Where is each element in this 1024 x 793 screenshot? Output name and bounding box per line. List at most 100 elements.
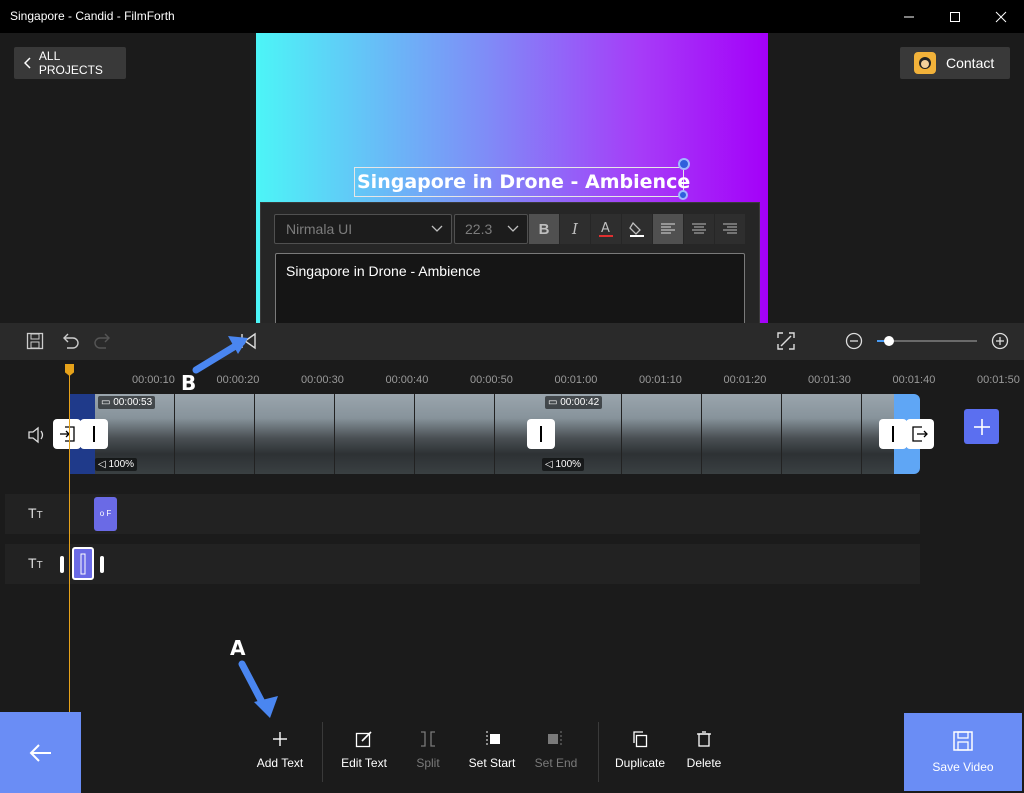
italic-icon: I [572,220,578,238]
save-icon [953,731,973,751]
text-clip-1[interactable]: o F [94,497,117,531]
trash-icon [697,731,711,747]
set-start-label: Set Start [468,756,516,770]
add-text-button[interactable]: Add Text [248,730,312,770]
close-icon [995,11,1007,22]
timeline-tick-label: 00:01:20 [723,374,767,386]
font-size-select[interactable]: 22.3 [454,214,528,244]
duplicate-icon [633,731,648,748]
font-family-value: Nirmala UI [286,221,353,237]
clip-duration: ▭ 00:00:53 [98,396,156,409]
video-clip-2[interactable]: ▭ 00:00:42 ◁ 100% [542,394,894,474]
back-button[interactable] [0,712,81,793]
camera-icon: ▭ [548,397,558,408]
save-video-label: Save Video [932,760,994,774]
split-icon [421,731,435,747]
edit-text-button[interactable]: Edit Text [332,730,396,770]
align-center-button[interactable] [684,214,714,244]
divider [598,722,599,782]
split-label: Split [416,756,440,770]
fullscreen-icon[interactable] [777,332,795,350]
title-bar: Singapore - Candid - FilmForth [0,0,1024,33]
text-track-1[interactable] [5,494,920,534]
font-color-button[interactable]: A [591,214,621,244]
delete-label: Delete [686,756,722,770]
chevron-down-icon [507,225,519,232]
align-center-icon [692,223,706,234]
align-left-icon [661,223,675,234]
video-clip-1[interactable]: ▭ 00:00:53 ◁ 100% [95,394,542,474]
minimize-button[interactable] [886,0,932,33]
maximize-icon [950,11,960,22]
zoom-slider-thumb[interactable] [884,336,894,346]
delete-button[interactable]: Delete [672,730,736,770]
clip-volume: ◁ 100% [542,458,585,471]
bold-icon: B [538,220,550,238]
annotation-arrow-a [238,660,278,718]
timeline-tick-label: 00:00:30 [301,374,344,386]
align-right-icon [723,223,737,234]
text-track-2[interactable] [5,544,920,584]
set-end-icon [548,731,562,747]
set-end-label: Set End [534,756,578,770]
minimize-icon [904,16,914,17]
contact-label: Contact [946,55,995,71]
add-media-button[interactable] [964,409,999,444]
font-color-icon: A [599,221,613,237]
align-left-button[interactable] [653,214,683,244]
undo-icon[interactable] [61,332,79,350]
highlight-color-button[interactable] [622,214,652,244]
set-end-button[interactable]: Set End [524,730,588,770]
text-clip-2[interactable] [72,547,94,580]
italic-button[interactable]: I [560,214,590,244]
save-video-button[interactable]: Save Video [904,713,1022,791]
font-family-select[interactable]: Nirmala UI [274,214,452,244]
all-projects-button[interactable]: ALL PROJECTS [14,47,126,79]
set-start-handle[interactable] [53,419,81,449]
arrow-left-icon [29,743,51,762]
split-button[interactable]: Split [396,730,460,770]
set-start-icon [486,731,500,747]
exit-icon [912,426,928,442]
timeline-tick-label: 00:01:40 [892,374,936,386]
set-start-button[interactable]: Set Start [460,730,524,770]
svg-text:A: A [601,221,610,236]
clip-duration: ▭ 00:00:42 [545,396,603,409]
text-clip-2-right-handle[interactable] [100,556,104,573]
text-clip-2-left-handle[interactable] [60,556,64,573]
close-button[interactable] [978,0,1024,33]
duplicate-button[interactable]: Duplicate [608,730,672,770]
set-end-handle[interactable] [906,419,934,449]
timeline-tick-label: 00:00:10 [132,374,175,386]
clip-1-left-trim[interactable] [80,419,108,449]
zoom-out-icon[interactable] [845,332,863,350]
font-size-value: 22.3 [465,221,493,237]
rotate-handle[interactable] [678,158,690,170]
zoom-in-icon[interactable] [991,332,1009,350]
playhead-line [69,366,70,712]
resize-handle[interactable] [678,190,688,200]
clip-split-trim[interactable] [527,419,555,449]
add-text-label: Add Text [256,756,304,770]
save-project-icon[interactable] [26,332,44,350]
text-track-icon: TT [28,555,43,571]
contact-button[interactable]: Contact [900,47,1010,79]
maximize-button[interactable] [932,0,978,33]
preview-text-overlay[interactable]: Singapore in Drone - Ambience [354,167,690,197]
edit-text-label: Edit Text [341,756,387,770]
speaker-icon[interactable] [27,426,47,444]
zoom-slider[interactable] [877,336,977,346]
text-clip-glyph [80,553,86,574]
duplicate-label: Duplicate [614,756,666,770]
clip-2-right-trim[interactable] [879,419,907,449]
volume-icon: ◁ [98,459,106,470]
all-projects-label: ALL PROJECTS [38,49,103,77]
timeline-tick-label: 00:01:10 [639,374,682,386]
plus-icon [973,418,990,435]
playback-toolbar [0,323,1024,360]
redo-icon[interactable] [94,332,112,350]
text-input[interactable]: Singapore in Drone - Ambience [275,253,745,332]
timeline-tick-label: 00:01:30 [808,374,851,386]
align-right-button[interactable] [715,214,745,244]
bold-button[interactable]: B [529,214,559,244]
